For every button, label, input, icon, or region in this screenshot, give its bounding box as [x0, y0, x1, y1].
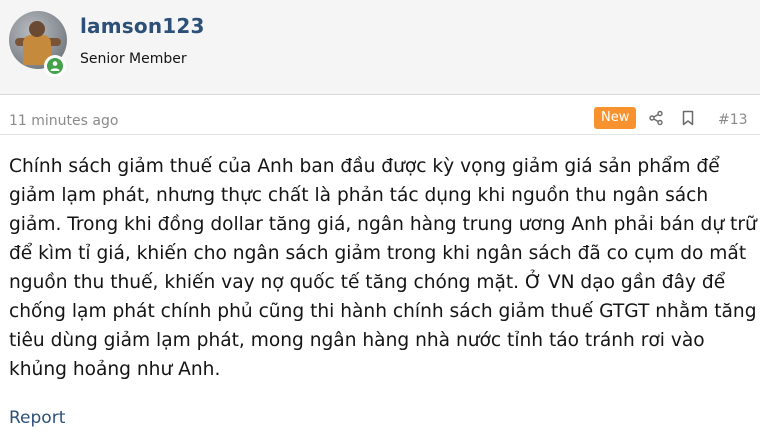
- post-timestamp[interactable]: 11 minutes ago: [9, 113, 118, 129]
- post-user-header: lamson123 Senior Member: [0, 0, 760, 95]
- post-meta-row: 11 minutes ago New #13: [0, 94, 760, 135]
- post-number-link[interactable]: #13: [718, 112, 748, 128]
- username-link[interactable]: lamson123: [80, 14, 205, 38]
- bookmark-icon[interactable]: [681, 110, 695, 130]
- online-dot: [47, 58, 63, 74]
- new-badge: New: [594, 107, 637, 129]
- avatar-figure-head: [29, 21, 45, 37]
- post-message-body: Chính sách giảm thuế của Anh ban đầu đượ…: [9, 156, 757, 380]
- user-title: Senior Member: [80, 51, 187, 67]
- user-online-icon: [50, 61, 60, 71]
- report-link[interactable]: Report: [9, 408, 65, 428]
- online-status-icon: [44, 55, 66, 77]
- share-icon[interactable]: [648, 110, 664, 130]
